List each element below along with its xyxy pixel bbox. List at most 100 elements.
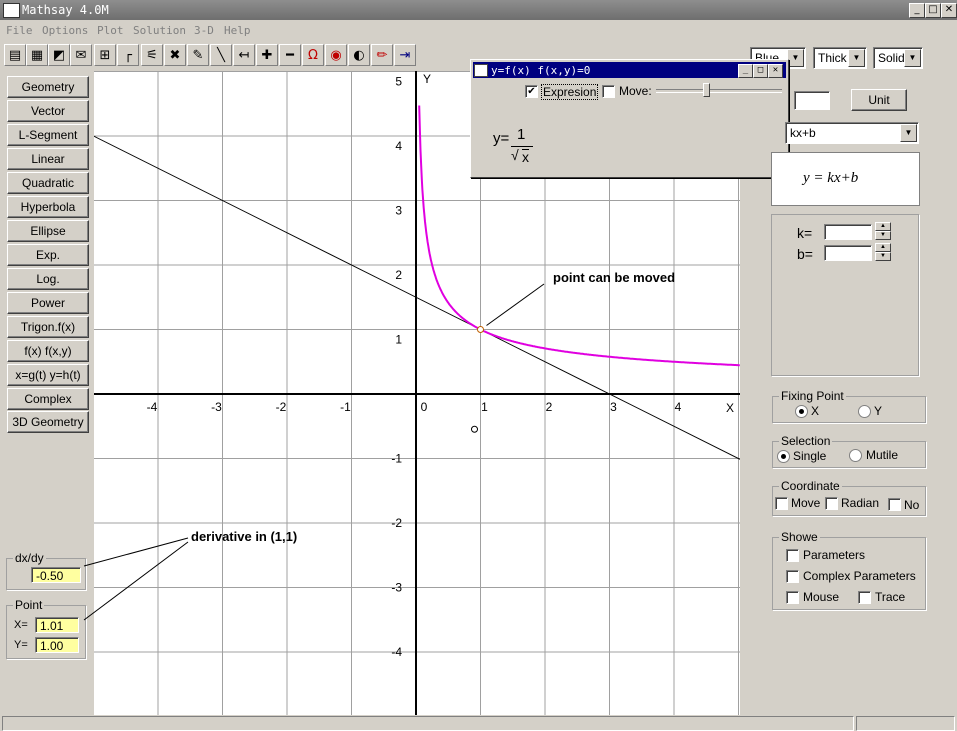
y-axis-label: Y bbox=[423, 72, 431, 86]
cross-icon[interactable]: ✖ bbox=[164, 44, 186, 66]
complex-button[interactable]: Complex bbox=[7, 388, 89, 410]
mutile-radio[interactable] bbox=[849, 449, 862, 462]
mouse-checkbox[interactable] bbox=[786, 591, 799, 604]
y-tick-label: -2 bbox=[391, 516, 402, 530]
magnet-icon[interactable]: Ω bbox=[302, 44, 324, 66]
expression-checkbox[interactable]: ✔ bbox=[525, 85, 538, 98]
l-segment-button[interactable]: L-Segment bbox=[7, 124, 89, 146]
minimize-button[interactable]: _ bbox=[909, 3, 925, 18]
fixing-x-radio[interactable] bbox=[795, 405, 808, 418]
move-checkbox[interactable] bbox=[602, 85, 615, 98]
complex-parameters-checkbox[interactable] bbox=[786, 570, 799, 583]
3d-geometry-button[interactable]: 3D Geometry bbox=[7, 411, 89, 433]
x-tick-label: 3 bbox=[610, 400, 617, 414]
derivative-annotation: derivative in (1,1) bbox=[191, 529, 298, 544]
x-tick-label: -3 bbox=[211, 400, 222, 414]
menu-help[interactable]: Help bbox=[224, 24, 251, 37]
envelope-icon[interactable]: ✉ bbox=[70, 44, 92, 66]
chevron-down-icon[interactable]: ▼ bbox=[904, 49, 921, 67]
coordinate-caption: Coordinate bbox=[779, 479, 842, 493]
exit-icon[interactable]: ⇥ bbox=[394, 44, 416, 66]
minus-icon[interactable]: ━ bbox=[279, 44, 301, 66]
b-spinner[interactable]: ▲ ▼ bbox=[875, 243, 891, 261]
parameters-group: k= ▲ ▼ b= ▲ ▼ bbox=[771, 214, 919, 376]
point-x-field[interactable]: 1.01 bbox=[35, 617, 79, 633]
single-radio[interactable] bbox=[777, 450, 790, 463]
chevron-down-icon[interactable]: ▼ bbox=[787, 49, 804, 67]
popup-close-button[interactable]: ✕ bbox=[768, 64, 783, 78]
app-icon bbox=[3, 3, 20, 18]
coord-radian-checkbox[interactable] bbox=[825, 497, 838, 510]
linear-button[interactable]: Linear bbox=[7, 148, 89, 170]
line-icon[interactable]: ╲ bbox=[210, 44, 232, 66]
exp-button[interactable]: Exp. bbox=[7, 244, 89, 266]
log-button[interactable]: Log. bbox=[7, 268, 89, 290]
coord-no-label: No bbox=[904, 498, 920, 512]
k-input[interactable] bbox=[824, 224, 872, 240]
coord-move-checkbox[interactable] bbox=[775, 497, 788, 510]
coord-no-checkbox[interactable] bbox=[888, 498, 901, 511]
menu-solution[interactable]: Solution bbox=[133, 24, 186, 37]
close-button[interactable]: ✕ bbox=[941, 3, 957, 18]
target-icon[interactable]: ◉ bbox=[325, 44, 347, 66]
fixing-y-radio[interactable] bbox=[858, 405, 871, 418]
point-annotation: point can be moved bbox=[553, 270, 676, 285]
popup-minimize-button[interactable]: _ bbox=[738, 64, 753, 78]
menu-plot[interactable]: Plot bbox=[97, 24, 124, 37]
contrast-icon[interactable]: ◐ bbox=[348, 44, 370, 66]
point-x-label: X= bbox=[14, 619, 28, 631]
trace-label: Trace bbox=[875, 590, 906, 604]
chart-icon[interactable]: ◩ bbox=[48, 44, 70, 66]
chevron-down-icon[interactable]: ▼ bbox=[848, 49, 865, 67]
move-slider-thumb[interactable] bbox=[703, 83, 710, 97]
power-button[interactable]: Power bbox=[7, 292, 89, 314]
line-style-select[interactable]: Solid ▼ bbox=[873, 47, 923, 69]
ellipse-button[interactable]: Ellipse bbox=[7, 220, 89, 242]
plus-icon[interactable]: ✚ bbox=[256, 44, 278, 66]
compass-icon[interactable]: ⚟ bbox=[141, 44, 163, 66]
graph-icon[interactable]: ⊞ bbox=[94, 44, 116, 66]
menu-file[interactable]: File bbox=[6, 24, 33, 37]
move-slider-track[interactable] bbox=[656, 89, 782, 93]
chevron-down-icon[interactable]: ▼ bbox=[900, 124, 917, 142]
save-icon[interactable]: ▦ bbox=[26, 44, 48, 66]
selection-group: Selection Single Mutile bbox=[772, 434, 926, 468]
maximize-button[interactable]: □ bbox=[925, 3, 941, 18]
parameters-checkbox[interactable] bbox=[786, 549, 799, 562]
fx-fxy-button[interactable]: f(x) f(x,y) bbox=[7, 340, 89, 362]
popup-title-bar[interactable]: y=f(x) f(x,y)=0 _ □ ✕ bbox=[473, 62, 786, 78]
mutile-label: Mutile bbox=[866, 448, 899, 462]
function-popup-window[interactable]: y=f(x) f(x,y)=0 _ □ ✕ ✔ Expresion Move: … bbox=[470, 59, 789, 178]
point-y-field[interactable]: 1.00 bbox=[35, 637, 79, 653]
x-tick-label: -2 bbox=[276, 400, 287, 414]
formula-lhs: y= bbox=[493, 130, 510, 147]
pencil-icon[interactable]: ✏ bbox=[371, 44, 393, 66]
x-tick-label: 1 bbox=[481, 400, 488, 414]
geometry-button[interactable]: Geometry bbox=[7, 76, 89, 98]
new-icon[interactable]: ▤ bbox=[4, 44, 26, 66]
quadratic-button[interactable]: Quadratic bbox=[7, 172, 89, 194]
vector-button[interactable]: Vector bbox=[7, 100, 89, 122]
popup-maximize-button[interactable]: □ bbox=[753, 64, 768, 78]
hyperbola-button[interactable]: Hyperbola bbox=[7, 196, 89, 218]
back-arrow-icon[interactable]: ↤ bbox=[233, 44, 255, 66]
function-select[interactable]: kx+b ▼ bbox=[785, 122, 919, 144]
trigon-button[interactable]: Trigon.f(x) bbox=[7, 316, 89, 338]
derivative-label: dx/dy bbox=[13, 551, 46, 565]
parametric-button[interactable]: x=g(t) y=h(t) bbox=[7, 364, 89, 386]
move-label: Move: bbox=[619, 84, 652, 98]
unit-button[interactable]: Unit bbox=[851, 89, 907, 111]
menu-3d[interactable]: 3-D bbox=[194, 24, 214, 37]
b-input[interactable] bbox=[824, 245, 872, 261]
menu-options[interactable]: Options bbox=[42, 24, 88, 37]
movable-point bbox=[477, 326, 484, 333]
k-label: k= bbox=[797, 225, 813, 241]
thickness-select[interactable]: Thick ▼ bbox=[813, 47, 867, 69]
corner-icon[interactable]: ┌ bbox=[117, 44, 139, 66]
pen-icon[interactable]: ✎ bbox=[187, 44, 209, 66]
trace-checkbox[interactable] bbox=[858, 591, 871, 604]
thickness-select-value: Thick bbox=[818, 51, 847, 65]
y-tick-label: -4 bbox=[391, 645, 402, 659]
unit-input[interactable] bbox=[794, 91, 830, 110]
k-spinner[interactable]: ▲ ▼ bbox=[875, 222, 891, 240]
